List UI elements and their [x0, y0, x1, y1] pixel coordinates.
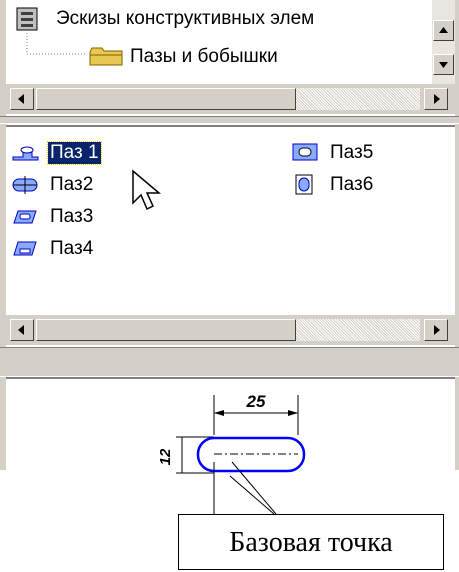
callout-leader: [213, 461, 277, 515]
base-point-callout: Базовая точка: [178, 514, 444, 570]
callout-label: Базовая точка: [229, 527, 393, 558]
